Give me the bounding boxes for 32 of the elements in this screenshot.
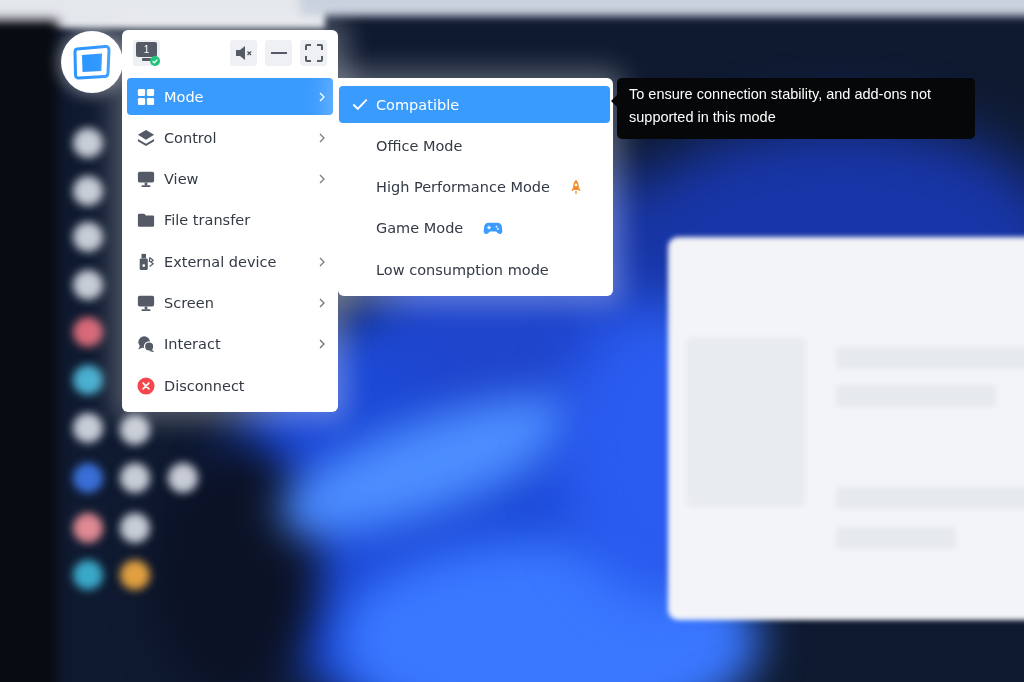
submenu-item[interactable]: Office Mode <box>339 127 610 165</box>
folder-icon <box>137 211 155 230</box>
monitor-icon <box>137 294 155 312</box>
display-button[interactable]: 1 <box>133 40 160 66</box>
monitor-icon <box>137 170 155 189</box>
mute-button[interactable] <box>230 40 257 66</box>
submenu-item[interactable]: High Performance Mode <box>339 168 610 206</box>
menu-item[interactable]: Control <box>127 119 333 157</box>
menu-item[interactable]: File transfer <box>127 201 333 239</box>
close-circle-icon <box>137 376 155 395</box>
menu-item[interactable]: View <box>127 160 333 198</box>
layers-icon <box>137 128 155 147</box>
rocket-icon <box>569 178 582 196</box>
submenu-item[interactable]: Game Mode <box>339 209 610 247</box>
fullscreen-button[interactable] <box>300 40 327 66</box>
menu-item[interactable]: Disconnect <box>127 367 333 405</box>
minimize-button[interactable] <box>265 40 292 66</box>
fullscreen-icon <box>303 43 324 63</box>
check-badge-icon <box>150 56 160 66</box>
mute-icon <box>233 43 254 63</box>
chat-bubbles-icon <box>137 335 155 354</box>
menu-item[interactable]: External device <box>127 243 333 281</box>
tooltip: To ensure connection stability, and add-ons not supported in this mode <box>611 78 975 139</box>
grid-icon <box>137 87 155 106</box>
minimize-icon <box>270 52 287 54</box>
submenu-item[interactable]: Low consumption mode <box>339 251 610 289</box>
menu-item[interactable]: Interact <box>127 325 333 363</box>
screen-icon <box>72 43 112 81</box>
usb-drive-icon <box>137 252 155 271</box>
gamepad-icon <box>483 220 504 237</box>
menu-item[interactable]: Screen <box>127 284 333 322</box>
check-icon <box>352 98 368 111</box>
